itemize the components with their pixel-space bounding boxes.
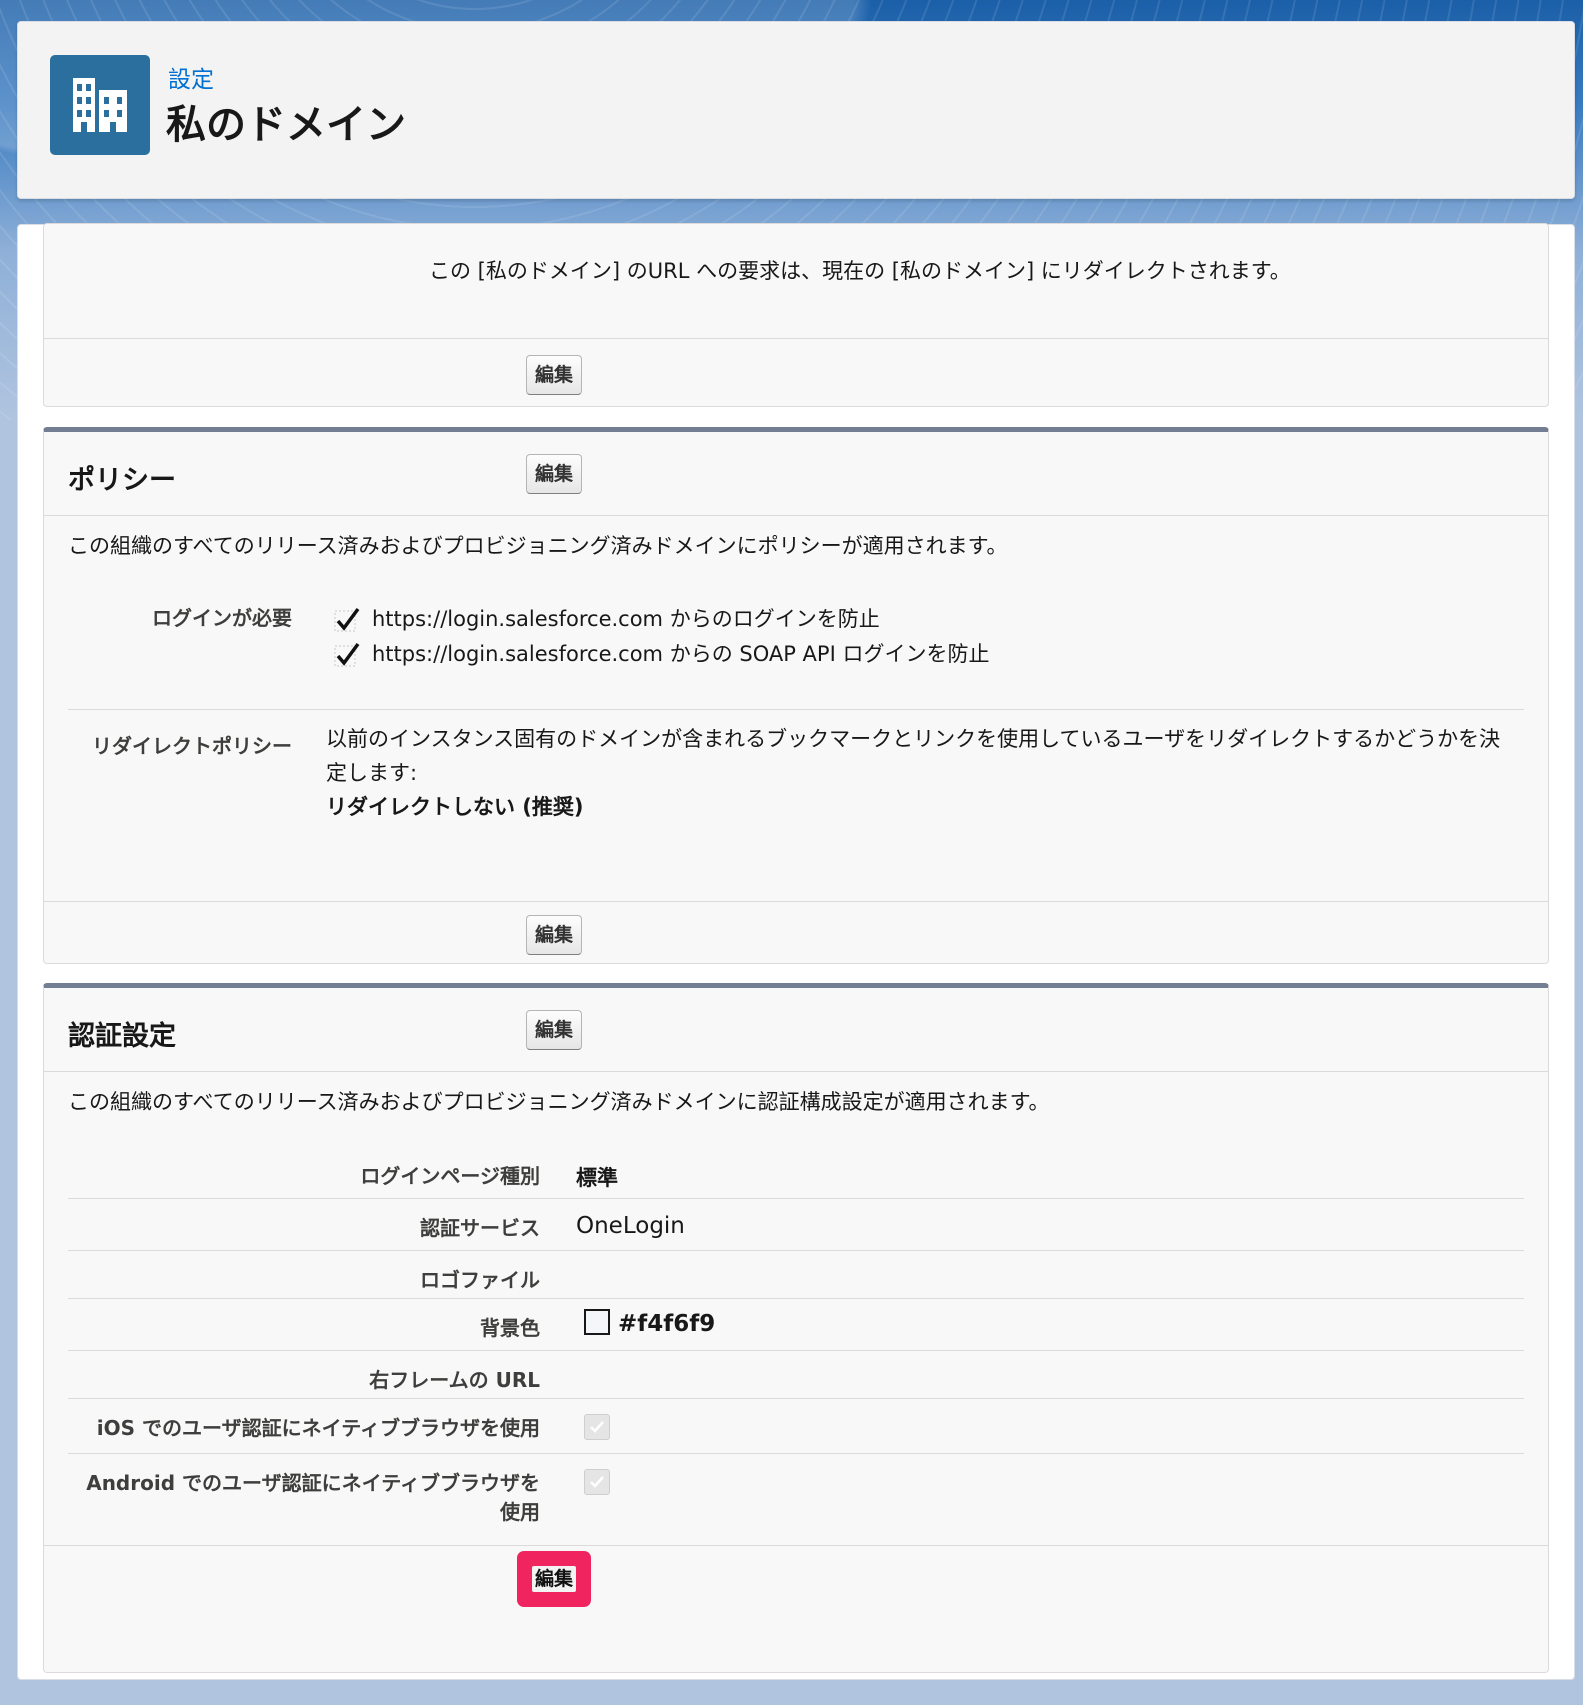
color-swatch: [584, 1309, 610, 1335]
edit-button-label: 編集: [531, 1566, 576, 1592]
auth-service-label: 認証サービス: [420, 1216, 540, 1240]
auth-service-value: OneLogin: [576, 1213, 685, 1239]
redirect-policy-label: リダイレクトポリシー: [92, 734, 292, 758]
auth-description: この組織のすべてのリリース済みおよびプロビジョニング済みドメインに認証構成設定が…: [68, 1090, 1050, 1114]
divider: [44, 515, 1548, 516]
policy-description: この組織のすべてのリリース済みおよびプロビジョニング済みドメインにポリシーが適用…: [68, 534, 1008, 558]
android-native-browser-label: Android でのユーザ認証にネイティブブラウザを使用: [86, 1471, 540, 1524]
auth-panel: 認証設定 編集 この組織のすべてのリリース済みおよびプロビジョニング済みドメイン…: [43, 983, 1549, 1673]
right-frame-url-label: 右フレームの URL: [369, 1368, 540, 1392]
policy-edit-button[interactable]: 編集: [526, 454, 582, 494]
divider: [44, 901, 1548, 902]
page-header: 設定 私のドメイン: [17, 21, 1575, 199]
auth-footer-edit-button[interactable]: 編集: [517, 1551, 591, 1607]
divider: [44, 1545, 1548, 1546]
divider: [68, 1298, 1524, 1299]
breadcrumb[interactable]: 設定: [168, 60, 214, 94]
login-option-2: https://login.salesforce.com からの SOAP AP…: [372, 642, 990, 666]
page-title: 私のドメイン: [166, 102, 406, 148]
checkmark-icon: [334, 607, 360, 632]
checkmark-icon: [590, 1421, 604, 1433]
divider: [44, 1071, 1548, 1072]
auth-edit-button[interactable]: 編集: [526, 1010, 582, 1050]
checkmark-icon: [590, 1476, 604, 1488]
divider: [68, 1398, 1524, 1399]
login-page-type-label: ログインページ種別: [360, 1164, 540, 1188]
divider: [68, 709, 1524, 710]
divider: [44, 338, 1548, 339]
policy-footer-edit-button[interactable]: 編集: [526, 915, 582, 955]
checkmark-icon: [334, 642, 360, 667]
divider: [68, 1250, 1524, 1251]
divider: [68, 1198, 1524, 1199]
building-icon: [50, 55, 150, 155]
redirect-message: この [私のドメイン] のURL への要求は、現在の [私のドメイン] にリダイ…: [429, 259, 1291, 283]
redirect-policy-value: リダイレクトしない (推奨): [326, 795, 584, 819]
redirect-panel: この [私のドメイン] のURL への要求は、現在の [私のドメイン] にリダイ…: [43, 223, 1549, 407]
ios-native-browser-checkbox[interactable]: [584, 1414, 610, 1440]
redirect-edit-button[interactable]: 編集: [526, 355, 582, 395]
login-page-type-value: 標準: [576, 1166, 618, 1190]
redirect-policy-description: 以前のインスタンス固有のドメインが含まれるブックマークとリンクを使用しているユー…: [326, 727, 1501, 785]
policy-title: ポリシー: [68, 465, 176, 496]
logo-file-label: ロゴファイル: [420, 1268, 540, 1292]
ios-native-browser-label: iOS でのユーザ認証にネイティブブラウザを使用: [96, 1416, 540, 1440]
android-native-browser-checkbox[interactable]: [584, 1469, 610, 1495]
auth-title: 認証設定: [68, 1021, 176, 1052]
login-required-label: ログインが必要: [152, 606, 292, 630]
divider: [68, 1350, 1524, 1351]
main-content: この [私のドメイン] のURL への要求は、現在の [私のドメイン] にリダイ…: [17, 223, 1575, 1680]
policy-panel: ポリシー 編集 この組織のすべてのリリース済みおよびプロビジョニング済みドメイン…: [43, 427, 1549, 964]
bg-color-value: #f4f6f9: [618, 1311, 716, 1337]
divider: [68, 1453, 1524, 1454]
bg-color-label: 背景色: [480, 1316, 540, 1340]
login-option-1: https://login.salesforce.com からのログインを防止: [372, 607, 880, 631]
